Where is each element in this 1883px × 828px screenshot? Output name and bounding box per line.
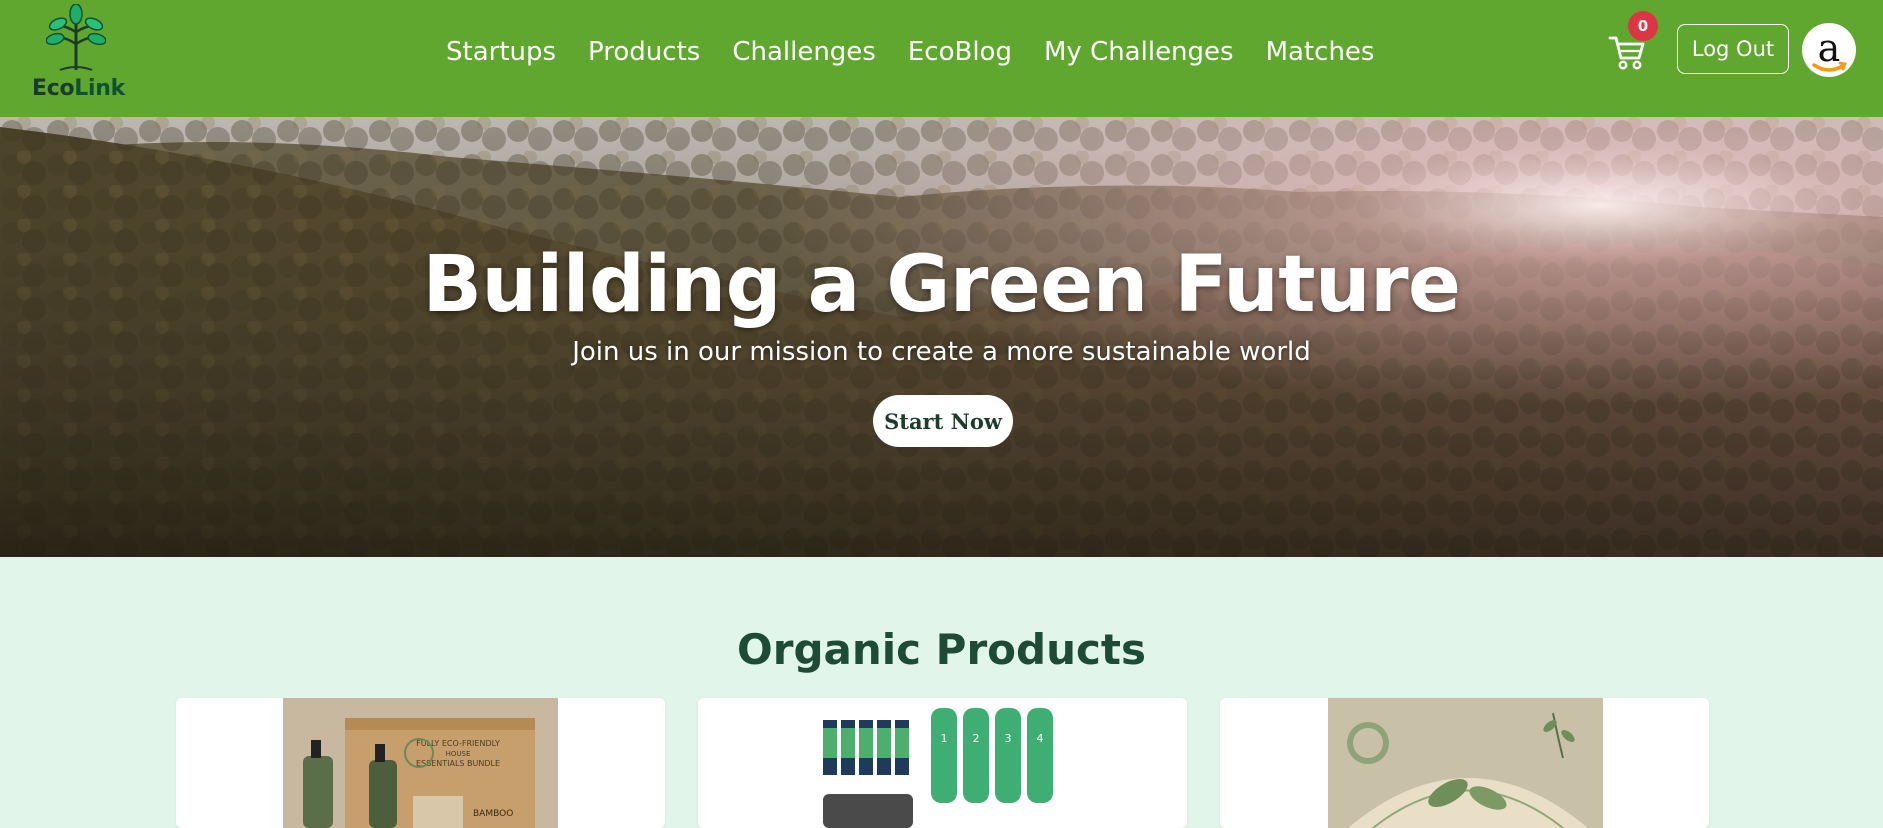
eco-bundle-product-image: FULLY ECO-FRIENDLY HOUSE ESSENTIALS BUND…: [283, 698, 558, 828]
top-navbar: EcoLink Startups Products Challenges Eco…: [0, 0, 1883, 117]
rechargeable-batteries-product-image: 1 2 3 4: [821, 698, 1081, 828]
nav-link-products[interactable]: Products: [572, 37, 716, 67]
svg-text:HOUSE: HOUSE: [446, 750, 471, 758]
leaf-umbrella-product-image: [1328, 698, 1603, 828]
svg-text:1: 1: [941, 732, 948, 745]
product-card[interactable]: 1 2 3 4: [698, 698, 1187, 828]
nav-link-startups[interactable]: Startups: [430, 37, 572, 67]
svg-text:2: 2: [973, 732, 980, 745]
ecolink-logo[interactable]: EcoLink: [28, 4, 128, 101]
svg-text:a: a: [1818, 26, 1841, 70]
start-now-button[interactable]: Start Now: [873, 395, 1013, 447]
svg-text:BAMBOO: BAMBOO: [473, 809, 513, 819]
svg-text:3: 3: [1005, 732, 1012, 745]
product-card[interactable]: FULLY ECO-FRIENDLY HOUSE ESSENTIALS BUND…: [176, 698, 665, 828]
nav-link-matches[interactable]: Matches: [1250, 37, 1391, 67]
brand-name: EcoLink: [32, 76, 125, 101]
nav-link-challenges[interactable]: Challenges: [716, 37, 892, 67]
brand-name-eco: Eco: [32, 76, 75, 101]
section-title-organic-products: Organic Products: [737, 625, 1146, 674]
hero-banner: Building a Green Future Join us in our m…: [0, 117, 1883, 557]
brand-name-link: Link: [74, 76, 125, 101]
main-nav: Startups Products Challenges EcoBlog My …: [430, 30, 1390, 74]
nav-link-my-challenges[interactable]: My Challenges: [1028, 37, 1250, 67]
cart-count-badge: 0: [1628, 11, 1658, 41]
svg-text:4: 4: [1037, 732, 1044, 745]
product-card[interactable]: [1220, 698, 1709, 828]
logout-button[interactable]: Log Out: [1677, 24, 1789, 74]
hero-title: Building a Green Future: [422, 240, 1461, 330]
avatar[interactable]: a: [1802, 23, 1856, 77]
hero-subtitle: Join us in our mission to create a more …: [572, 337, 1311, 367]
tree-logo-icon: [46, 4, 106, 71]
nav-link-ecoblog[interactable]: EcoBlog: [892, 37, 1028, 67]
amazon-logo-icon: a: [1812, 26, 1847, 72]
